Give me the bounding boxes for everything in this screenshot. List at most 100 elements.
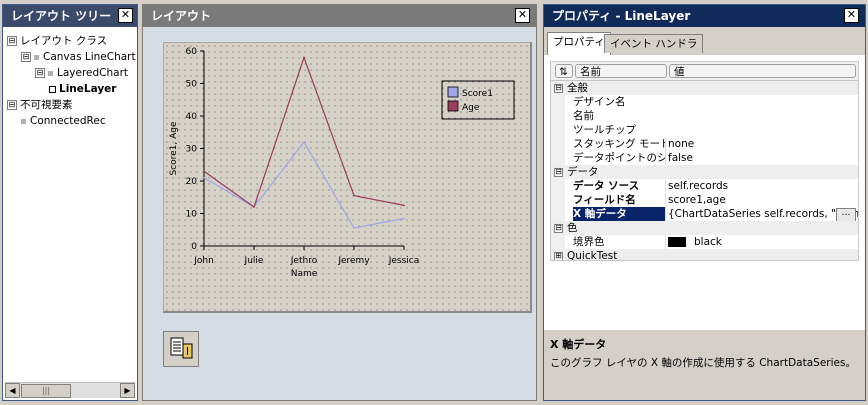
property-row[interactable]: 名前: [551, 109, 858, 123]
tree-node[interactable]: LineLayer: [7, 81, 137, 97]
property-value-text: score1,age: [668, 194, 726, 206]
row-gutter: [551, 179, 565, 193]
property-value[interactable]: none: [665, 137, 858, 151]
y-tick-label: 50: [186, 80, 198, 90]
tree-node[interactable]: ⊟ Canvas LineChart: [7, 49, 137, 65]
category-label: データ: [567, 166, 599, 178]
tree-node-label: LayeredChart: [57, 67, 129, 79]
tree-node-label: ConnectedRec: [30, 115, 106, 127]
y-axis-label: Score1, Age: [169, 121, 179, 176]
property-category[interactable]: ⊟ 色: [551, 221, 858, 235]
expand-toggle-icon[interactable]: ⊞: [554, 252, 563, 260]
x-tick-label: Jessica: [388, 256, 420, 266]
scroll-left-button[interactable]: ◀: [5, 383, 20, 398]
tree-node[interactable]: ⊟ 不可視要素: [7, 97, 137, 113]
layout-title: レイアウト: [151, 9, 212, 23]
property-row[interactable]: デザイン名: [551, 95, 858, 109]
layout-titlebar: レイアウト ✕: [143, 5, 536, 27]
property-row[interactable]: データ ソース self.records: [551, 179, 858, 193]
layout-editor-icon: [170, 337, 193, 359]
property-name: フィールド名: [573, 194, 636, 206]
color-swatch: [668, 237, 686, 247]
property-value[interactable]: black: [665, 235, 858, 249]
legend-label: Score1: [462, 89, 493, 99]
close-icon[interactable]: ✕: [844, 8, 859, 23]
collapse-icon[interactable]: ⊟: [35, 68, 45, 78]
data-point: [203, 170, 205, 173]
properties-tabs: プロパティ イベント ハンドラ: [544, 27, 865, 55]
row-gutter: [551, 137, 565, 151]
tree-node[interactable]: ⊟ LayeredChart: [7, 65, 137, 81]
category-label: QuickTest: [567, 250, 618, 261]
chart-canvas[interactable]: 0 10 20 30 40 50 60 John Julie Jethro Jeremy Jessic…: [163, 42, 532, 313]
horizontal-scrollbar[interactable]: ◀ ||| ▶: [5, 382, 135, 398]
y-tick-label: 40: [186, 112, 198, 122]
property-name: 境界色: [573, 236, 605, 248]
tree-node-label: 不可視要素: [20, 99, 73, 111]
value-column-header[interactable]: 値: [669, 64, 856, 78]
tab-event-handlers[interactable]: イベント ハンドラ: [604, 34, 704, 53]
property-row[interactable]: スタッキング モード none: [551, 137, 858, 151]
data-point: [353, 194, 355, 197]
tree-node[interactable]: ⊟ レイアウト クラス: [7, 33, 137, 49]
property-row[interactable]: フィールド名 score1,age: [551, 193, 858, 207]
name-column-header[interactable]: 名前: [575, 64, 667, 78]
series-line-age: [203, 55, 405, 208]
layout-tree-panel: レイアウト ツリー ✕ ⊟ レイアウト クラス ⊟ Canvas LineChart ⊟…: [2, 4, 138, 401]
property-value-text: false: [668, 152, 693, 164]
tree-node[interactable]: ConnectedRec: [7, 113, 137, 129]
node-icon: [48, 70, 53, 76]
tree-node-label: Canvas LineChart: [43, 51, 136, 63]
property-name: デザイン名: [573, 96, 626, 108]
collapse-icon[interactable]: ⊟: [21, 52, 31, 62]
property-value[interactable]: false: [665, 151, 858, 165]
property-row[interactable]: X 軸データ {ChartDataSeries self.records, "na…: [551, 207, 858, 221]
scroll-thumb[interactable]: |||: [21, 384, 71, 398]
property-row[interactable]: 境界色 black: [551, 235, 858, 249]
collapse-icon[interactable]: ⊟: [7, 100, 17, 110]
property-name: スタッキング モード: [573, 138, 665, 150]
expand-toggle-icon[interactable]: ⊟: [554, 84, 563, 93]
close-icon[interactable]: ✕: [515, 8, 530, 23]
y-tick-label: 20: [186, 177, 198, 187]
legend-swatch: [447, 86, 459, 98]
data-point: [303, 141, 305, 143]
sort-icon[interactable]: ⇅: [555, 64, 573, 78]
layout-tree-titlebar: レイアウト ツリー ✕: [3, 5, 137, 27]
ellipsis-button[interactable]: …: [836, 208, 856, 221]
property-value-text: black: [694, 236, 722, 248]
data-point: [403, 204, 405, 207]
close-icon[interactable]: ✕: [118, 8, 133, 23]
property-value[interactable]: self.records: [665, 179, 858, 193]
tab-properties[interactable]: プロパティ: [547, 32, 611, 55]
category-label: 全般: [567, 82, 588, 94]
property-row[interactable]: データポイントのシンfalse: [551, 151, 858, 165]
data-point: [203, 176, 205, 179]
layout-tree-title: レイアウト ツリー: [11, 9, 112, 23]
description-text: このグラフ レイヤの X 軸の作成に使用する ChartDataSeries。: [550, 357, 856, 369]
property-category[interactable]: ⊟ 全般: [551, 81, 858, 95]
expand-toggle-icon[interactable]: ⊟: [554, 168, 563, 177]
x-tick-label: Julie: [244, 256, 264, 266]
row-gutter: [551, 109, 565, 123]
collapse-icon[interactable]: ⊟: [7, 36, 17, 46]
description-title: X 軸データ: [550, 338, 607, 351]
scroll-right-button[interactable]: ▶: [120, 383, 135, 398]
properties-title: プロパティ - LineLayer: [552, 9, 691, 23]
property-value-text: none: [668, 138, 695, 150]
properties-panel: プロパティ - LineLayer ✕ プロパティ イベント ハンドラ ⇅ 名前…: [543, 4, 866, 401]
property-category[interactable]: ⊟ データ: [551, 165, 858, 179]
property-row[interactable]: ツールチップ: [551, 123, 858, 137]
property-value-text: self.records: [668, 180, 729, 192]
data-point: [353, 227, 355, 229]
x-axis-label: Name: [291, 269, 318, 279]
property-category[interactable]: ⊞ QuickTest: [551, 249, 858, 261]
y-tick-label: 0: [191, 242, 197, 252]
property-value[interactable]: score1,age: [665, 193, 858, 207]
expand-toggle-icon[interactable]: ⊟: [554, 224, 563, 233]
layout-tool-button[interactable]: [163, 331, 199, 367]
property-value[interactable]: {ChartDataSeries self.records, "name"}…: [665, 207, 858, 221]
legend-swatch: [447, 100, 459, 112]
category-label: 色: [567, 222, 578, 234]
row-gutter: [551, 95, 565, 109]
